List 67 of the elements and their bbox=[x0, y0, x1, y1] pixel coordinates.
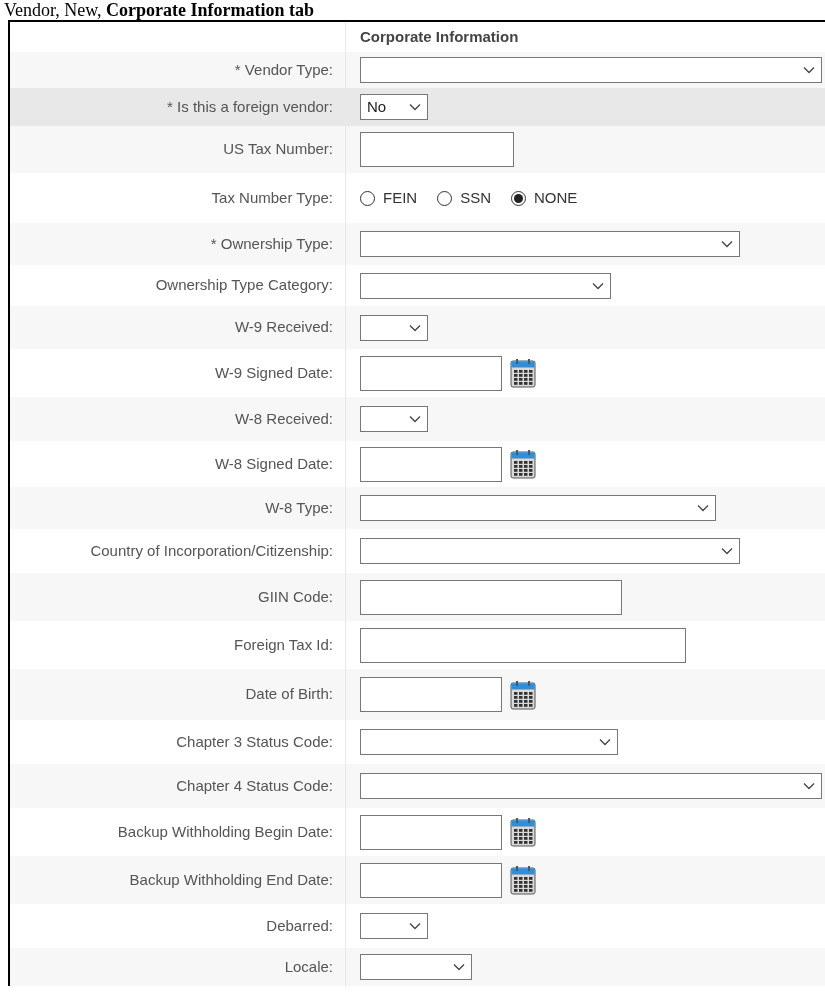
caption: Vendor, New, Corporate Information tab bbox=[3, 0, 316, 20]
calendar-icon[interactable] bbox=[510, 679, 536, 710]
dropdown[interactable] bbox=[360, 57, 822, 83]
chevron-down-icon bbox=[721, 547, 733, 555]
chevron-down-icon bbox=[409, 103, 421, 111]
dropdown[interactable]: No bbox=[360, 94, 428, 120]
dropdown-value: No bbox=[367, 96, 387, 117]
field-label: Backup Withholding Begin Date: bbox=[117, 821, 333, 842]
radio-label: NONE bbox=[534, 187, 578, 208]
calendar-icon[interactable] bbox=[510, 449, 536, 479]
dropdown[interactable] bbox=[360, 729, 618, 755]
chevron-down-icon bbox=[409, 323, 421, 332]
field-label: * Vendor Type: bbox=[234, 59, 333, 80]
input-field[interactable] bbox=[360, 579, 622, 615]
field-label: Country of Incorporation/Citizenship: bbox=[90, 540, 333, 561]
date-field[interactable] bbox=[360, 355, 502, 391]
calendar-icon[interactable] bbox=[510, 358, 536, 388]
chevron-down-icon bbox=[697, 504, 709, 512]
input-field[interactable] bbox=[360, 132, 514, 167]
radio-button[interactable] bbox=[437, 190, 453, 206]
dropdown[interactable] bbox=[360, 495, 716, 521]
field-label: Backup Withholding End Date: bbox=[129, 869, 333, 890]
field-label: Foreign Tax Id: bbox=[234, 634, 333, 655]
dropdown[interactable] bbox=[360, 773, 822, 799]
dropdown[interactable] bbox=[360, 538, 740, 564]
radio-button[interactable] bbox=[511, 190, 526, 206]
chevron-down-icon bbox=[803, 66, 815, 74]
field-label: * Ownership Type: bbox=[210, 233, 333, 254]
chevron-down-icon bbox=[453, 963, 465, 971]
field-label: US Tax Number: bbox=[223, 139, 333, 160]
field-label: Tax Number Type: bbox=[211, 187, 333, 208]
calendar-icon[interactable] bbox=[510, 817, 536, 847]
field-label: * Is this a foreign vendor: bbox=[167, 96, 333, 117]
field-label: Ownership Type Category: bbox=[155, 275, 333, 296]
field-label: W-8 Received: bbox=[234, 408, 333, 429]
field-label: GIIN Code: bbox=[257, 586, 333, 607]
dropdown[interactable] bbox=[360, 314, 428, 341]
dropdown[interactable] bbox=[360, 272, 611, 299]
date-field[interactable] bbox=[360, 814, 502, 850]
date-field[interactable] bbox=[360, 677, 502, 712]
dropdown[interactable] bbox=[360, 954, 472, 980]
field-label: Debarred: bbox=[266, 915, 333, 936]
chevron-down-icon bbox=[721, 240, 733, 248]
field-label: W-8 Signed Date: bbox=[214, 453, 333, 474]
input-field[interactable] bbox=[360, 627, 686, 663]
dropdown[interactable] bbox=[360, 231, 740, 257]
field-label: Chapter 3 Status Code: bbox=[176, 731, 333, 752]
chevron-down-icon bbox=[409, 922, 421, 930]
field-label: W-9 Signed Date: bbox=[214, 362, 333, 383]
date-field[interactable] bbox=[360, 862, 502, 898]
dropdown[interactable] bbox=[360, 913, 428, 939]
field-label: Chapter 4 Status Code: bbox=[176, 775, 333, 796]
field-label: Locale: bbox=[284, 956, 333, 977]
section-title: Corporate Information bbox=[360, 26, 519, 47]
field-label: W-8 Type: bbox=[265, 497, 333, 518]
radio-button[interactable] bbox=[360, 190, 375, 206]
chevron-down-icon bbox=[599, 738, 611, 746]
chevron-down-icon bbox=[803, 782, 815, 790]
field-label: W-9 Received: bbox=[234, 317, 333, 338]
radio-label: FEIN bbox=[383, 187, 418, 208]
chevron-down-icon bbox=[409, 415, 421, 423]
date-field[interactable] bbox=[360, 446, 502, 482]
calendar-icon[interactable] bbox=[510, 865, 536, 895]
field-label: Date of Birth: bbox=[245, 684, 333, 705]
chevron-down-icon bbox=[592, 281, 604, 290]
dropdown[interactable] bbox=[360, 406, 428, 432]
radio-label: SSN bbox=[460, 187, 491, 208]
